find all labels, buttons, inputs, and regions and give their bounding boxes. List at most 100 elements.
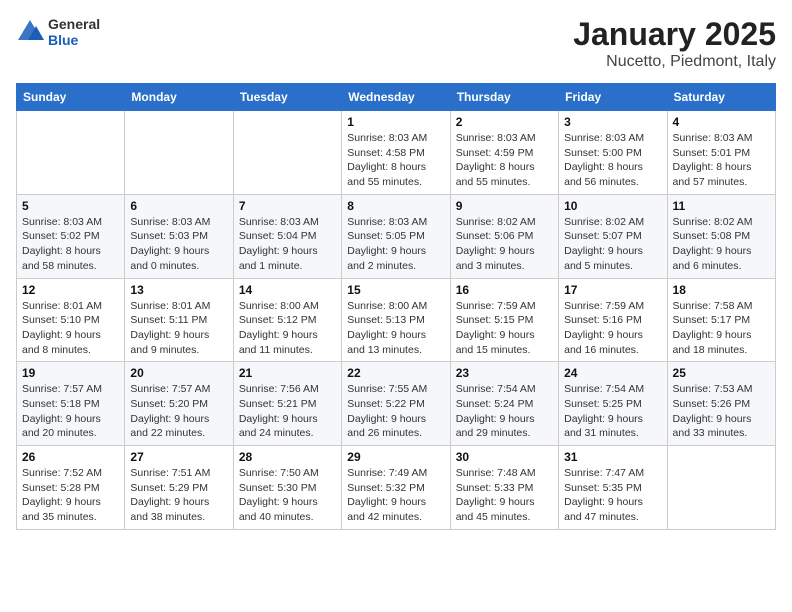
calendar-cell: 19Sunrise: 7:57 AMSunset: 5:18 PMDayligh… [17, 362, 125, 446]
calendar-week-row: 19Sunrise: 7:57 AMSunset: 5:18 PMDayligh… [17, 362, 776, 446]
logo: General Blue [16, 16, 100, 48]
day-info: Sunrise: 8:01 AMSunset: 5:11 PMDaylight:… [130, 299, 227, 358]
day-number: 15 [347, 283, 444, 297]
day-info: Sunrise: 7:57 AMSunset: 5:20 PMDaylight:… [130, 382, 227, 441]
calendar-cell: 2Sunrise: 8:03 AMSunset: 4:59 PMDaylight… [450, 111, 558, 195]
calendar-cell: 22 Sunrise: 7:55 AMSunset: 5:22 PMDayligh… [342, 362, 450, 446]
calendar-cell: 6 Sunrise: 8:03 AMSunset: 5:03 PMDaylight… [125, 194, 233, 278]
calendar-cell: 21Sunrise: 7:56 AMSunset: 5:21 PMDayligh… [233, 362, 341, 446]
day-info: Sunrise: 7:58 AMSunset: 5:17 PMDaylight:… [673, 299, 770, 358]
day-number: 7 [239, 199, 336, 213]
calendar-cell: 10 Sunrise: 8:02 AMSunset: 5:07 PMDayligh… [559, 194, 667, 278]
calendar-cell: 13 Sunrise: 8:01 AMSunset: 5:11 PMDayligh… [125, 278, 233, 362]
column-header-friday: Friday [559, 84, 667, 111]
logo-general: General [48, 16, 100, 32]
column-header-saturday: Saturday [667, 84, 775, 111]
day-number: 6 [130, 199, 227, 213]
day-info: Sunrise: 8:03 AMSunset: 5:01 PMDaylight:… [673, 131, 770, 190]
calendar-cell: 14 Sunrise: 8:00 AMSunset: 5:12 PMDayligh… [233, 278, 341, 362]
calendar-cell: 31 Sunrise: 7:47 AMSunset: 5:35 PMDayligh… [559, 446, 667, 530]
day-info: Sunrise: 7:52 AMSunset: 5:28 PMDaylight:… [22, 466, 119, 525]
calendar-week-row: 5 Sunrise: 8:03 AMSunset: 5:02 PMDaylight… [17, 194, 776, 278]
day-number: 23 [456, 366, 553, 380]
day-info: Sunrise: 8:01 AMSunset: 5:10 PMDaylight:… [22, 299, 119, 358]
day-info: Sunrise: 8:03 AMSunset: 4:58 PMDaylight:… [347, 131, 444, 190]
column-header-wednesday: Wednesday [342, 84, 450, 111]
calendar-cell: 30 Sunrise: 7:48 AMSunset: 5:33 PMDayligh… [450, 446, 558, 530]
calendar-cell: 26 Sunrise: 7:52 AMSunset: 5:28 PMDayligh… [17, 446, 125, 530]
day-number: 2 [456, 115, 553, 129]
day-info: Sunrise: 8:00 AMSunset: 5:12 PMDaylight:… [239, 299, 336, 358]
calendar-cell: 7Sunrise: 8:03 AMSunset: 5:04 PMDaylight… [233, 194, 341, 278]
day-number: 8 [347, 199, 444, 213]
calendar-cell: 20 Sunrise: 7:57 AMSunset: 5:20 PMDayligh… [125, 362, 233, 446]
day-number: 4 [673, 115, 770, 129]
day-info: Sunrise: 8:02 AMSunset: 5:06 PMDaylight:… [456, 215, 553, 274]
day-info: Sunrise: 8:03 AMSunset: 5:05 PMDaylight:… [347, 215, 444, 274]
day-info: Sunrise: 7:54 AMSunset: 5:24 PMDaylight:… [456, 382, 553, 441]
calendar-cell: 28Sunrise: 7:50 AMSunset: 5:30 PMDayligh… [233, 446, 341, 530]
day-number: 14 [239, 283, 336, 297]
day-number: 20 [130, 366, 227, 380]
day-number: 24 [564, 366, 661, 380]
calendar-cell: 18 Sunrise: 7:58 AMSunset: 5:17 PMDayligh… [667, 278, 775, 362]
day-number: 11 [673, 199, 770, 213]
day-number: 26 [22, 450, 119, 464]
day-number: 12 [22, 283, 119, 297]
day-info: Sunrise: 8:02 AMSunset: 5:07 PMDaylight:… [564, 215, 661, 274]
calendar-cell: 12 Sunrise: 8:01 AMSunset: 5:10 PMDayligh… [17, 278, 125, 362]
calendar-cell [125, 111, 233, 195]
calendar-cell: 27Sunrise: 7:51 AMSunset: 5:29 PMDayligh… [125, 446, 233, 530]
calendar-week-row: 1Sunrise: 8:03 AMSunset: 4:58 PMDaylight… [17, 111, 776, 195]
calendar-week-row: 12 Sunrise: 8:01 AMSunset: 5:10 PMDayligh… [17, 278, 776, 362]
calendar-cell: 24 Sunrise: 7:54 AMSunset: 5:25 PMDayligh… [559, 362, 667, 446]
day-number: 30 [456, 450, 553, 464]
day-number: 5 [22, 199, 119, 213]
day-number: 31 [564, 450, 661, 464]
page-subtitle: Nucetto, Piedmont, Italy [573, 53, 776, 71]
calendar-cell: 5 Sunrise: 8:03 AMSunset: 5:02 PMDaylight… [17, 194, 125, 278]
day-number: 10 [564, 199, 661, 213]
day-number: 17 [564, 283, 661, 297]
day-info: Sunrise: 8:02 AMSunset: 5:08 PMDaylight:… [673, 215, 770, 274]
calendar-cell [233, 111, 341, 195]
day-number: 25 [673, 366, 770, 380]
logo-blue: Blue [48, 32, 100, 48]
day-info: Sunrise: 7:54 AMSunset: 5:25 PMDaylight:… [564, 382, 661, 441]
column-header-monday: Monday [125, 84, 233, 111]
day-info: Sunrise: 7:56 AMSunset: 5:21 PMDaylight:… [239, 382, 336, 441]
calendar-cell: 8 Sunrise: 8:03 AMSunset: 5:05 PMDaylight… [342, 194, 450, 278]
day-info: Sunrise: 7:48 AMSunset: 5:33 PMDaylight:… [456, 466, 553, 525]
day-info: Sunrise: 8:03 AMSunset: 5:00 PMDaylight:… [564, 131, 661, 190]
calendar-cell [17, 111, 125, 195]
calendar-header-row: SundayMondayTuesdayWednesdayThursdayFrid… [17, 84, 776, 111]
day-info: Sunrise: 7:47 AMSunset: 5:35 PMDaylight:… [564, 466, 661, 525]
calendar-cell: 23 Sunrise: 7:54 AMSunset: 5:24 PMDayligh… [450, 362, 558, 446]
day-number: 22 [347, 366, 444, 380]
day-number: 29 [347, 450, 444, 464]
calendar-cell: 1Sunrise: 8:03 AMSunset: 4:58 PMDaylight… [342, 111, 450, 195]
calendar-cell: 3 Sunrise: 8:03 AMSunset: 5:00 PMDaylight… [559, 111, 667, 195]
logo-text: General Blue [48, 16, 100, 48]
calendar-cell: 15Sunrise: 8:00 AMSunset: 5:13 PMDayligh… [342, 278, 450, 362]
day-info: Sunrise: 7:59 AMSunset: 5:15 PMDaylight:… [456, 299, 553, 358]
calendar-cell [667, 446, 775, 530]
day-number: 3 [564, 115, 661, 129]
day-number: 18 [673, 283, 770, 297]
day-info: Sunrise: 7:51 AMSunset: 5:29 PMDaylight:… [130, 466, 227, 525]
calendar-cell: 4 Sunrise: 8:03 AMSunset: 5:01 PMDaylight… [667, 111, 775, 195]
day-number: 13 [130, 283, 227, 297]
day-number: 16 [456, 283, 553, 297]
day-info: Sunrise: 7:55 AMSunset: 5:22 PMDaylight:… [347, 382, 444, 441]
calendar-cell: 16 Sunrise: 7:59 AMSunset: 5:15 PMDayligh… [450, 278, 558, 362]
column-header-thursday: Thursday [450, 84, 558, 111]
day-number: 9 [456, 199, 553, 213]
day-info: Sunrise: 7:49 AMSunset: 5:32 PMDaylight:… [347, 466, 444, 525]
column-header-sunday: Sunday [17, 84, 125, 111]
day-info: Sunrise: 8:03 AMSunset: 5:02 PMDaylight:… [22, 215, 119, 274]
day-number: 19 [22, 366, 119, 380]
day-info: Sunrise: 7:59 AMSunset: 5:16 PMDaylight:… [564, 299, 661, 358]
page-header: General Blue January 2025 Nucetto, Piedm… [16, 16, 776, 71]
column-header-tuesday: Tuesday [233, 84, 341, 111]
day-info: Sunrise: 8:03 AMSunset: 5:03 PMDaylight:… [130, 215, 227, 274]
